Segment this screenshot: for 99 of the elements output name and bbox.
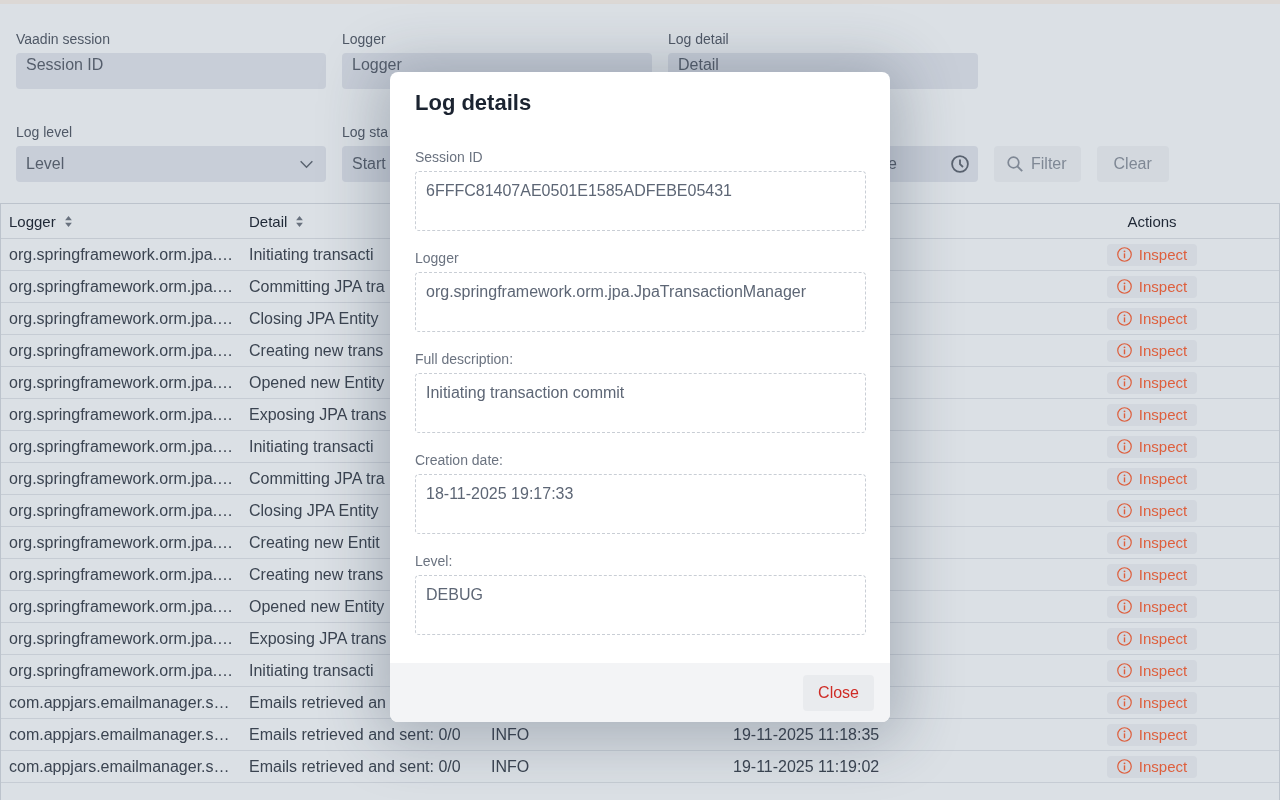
table-cell: com.appjars.emailmanager.s… [9,757,230,776]
field-label: Logger [342,30,386,48]
table-cell: Creating new trans [249,341,384,360]
table-cell: Initiating transacti [249,437,374,456]
table-cell: Initiating transacti [249,661,374,680]
info-icon [1116,567,1132,582]
inspect-button[interactable]: Inspect [1106,371,1198,394]
readonly-field[interactable]: 6FFFC81407AE0501E1585ADFEBE05431 [415,171,866,231]
column-header[interactable]: Actions [1127,212,1177,230]
table-cell: INFO [491,757,530,776]
info-icon [1116,663,1132,678]
table-cell: org.springframework.orm.jpa.… [9,565,234,584]
table-cell: org.springframework.orm.jpa.… [9,597,234,616]
field-label: Level: [415,552,453,570]
table-cell: Emails retrieved an [249,693,386,712]
sort-icon[interactable] [296,215,304,227]
inspect-button[interactable]: Inspect [1106,499,1198,522]
inspect-button[interactable]: Inspect [1106,403,1198,426]
inspect-button[interactable]: Inspect [1106,243,1198,266]
inspect-button[interactable]: Inspect [1106,691,1198,714]
table-cell: Closing JPA Entity [249,501,379,520]
table-cell: Initiating transacti [249,245,374,264]
field-label: Session ID [415,148,483,166]
info-icon [1116,407,1132,422]
text-field[interactable]: Session ID [16,53,326,89]
table-cell: org.springframework.orm.jpa.… [9,373,234,392]
inspect-button[interactable]: Inspect [1106,275,1198,298]
info-icon [1116,503,1132,518]
field-label: Vaadin session [16,30,110,48]
sort-icon[interactable] [64,215,72,227]
inspect-button[interactable]: Inspect [1106,627,1198,650]
inspect-button[interactable]: Inspect [1106,435,1198,458]
table-cell: Committing JPA tra [249,469,385,488]
readonly-field[interactable]: Initiating transaction commit [415,373,866,433]
table-cell: org.springframework.orm.jpa.… [9,661,234,680]
readonly-field[interactable]: 18-11-2025 19:17:33 [415,474,866,534]
info-icon [1116,247,1132,262]
clock-icon[interactable] [951,155,969,173]
table-cell: Emails retrieved and sent: 0/0 [249,757,461,776]
table-cell: org.springframework.orm.jpa.… [9,629,234,648]
inspect-button[interactable]: Inspect [1106,723,1198,746]
table-cell: org.springframework.orm.jpa.… [9,245,234,264]
table-cell: INFO [491,725,530,744]
inspect-button[interactable]: Inspect [1106,531,1198,554]
table-cell: 19-11-2025 11:19:02 [733,757,880,776]
info-icon [1116,279,1132,294]
chevron-down-icon [299,159,314,169]
info-icon [1116,535,1132,550]
info-icon [1116,631,1132,646]
table-cell: Exposing JPA trans [249,629,387,648]
info-icon [1116,311,1132,326]
table-cell: Creating new Entit [249,533,380,552]
close-button[interactable]: Close [803,675,874,711]
inspect-button[interactable]: Inspect [1106,307,1198,330]
inspect-button[interactable]: Inspect [1106,563,1198,586]
table-cell: org.springframework.orm.jpa.… [9,437,234,456]
info-icon [1116,375,1132,390]
dialog-title: Log details [415,89,532,117]
table-cell: Opened new Entity [249,373,385,392]
table-cell: org.springframework.orm.jpa.… [9,309,234,328]
search-icon [1007,156,1023,172]
readonly-field[interactable]: DEBUG [415,575,866,635]
field-label: Full description: [415,350,514,368]
column-header[interactable]: Logger [9,212,72,230]
info-icon [1116,695,1132,710]
table-cell: Committing JPA tra [249,277,385,296]
info-icon [1116,759,1132,774]
info-icon [1116,343,1132,358]
field-label: Log level [16,123,73,141]
table-cell: Closing JPA Entity [249,309,379,328]
select-field[interactable]: Level [16,146,326,182]
inspect-button[interactable]: Inspect [1106,339,1198,362]
inspect-button[interactable]: Inspect [1106,659,1198,682]
column-header[interactable]: Detail [249,212,304,230]
field-label: Creation date: [415,451,503,469]
table-cell: org.springframework.orm.jpa.… [9,469,234,488]
table-cell: Emails retrieved and sent: 0/0 [249,725,461,744]
readonly-field[interactable]: org.springframework.orm.jpa.JpaTransactionManager [415,272,866,332]
info-icon [1116,727,1132,742]
info-icon [1116,471,1132,486]
table-cell: Creating new trans [249,565,384,584]
inspect-button[interactable]: Inspect [1106,467,1198,490]
table-cell: Opened new Entity [249,597,385,616]
table-cell: com.appjars.emailmanager.s… [9,725,230,744]
table-cell: org.springframework.orm.jpa.… [9,533,234,552]
field-label: Logger [415,249,459,267]
table-cell: org.springframework.orm.jpa.… [9,501,234,520]
inspect-button[interactable]: Inspect [1106,755,1198,778]
info-icon [1116,599,1132,614]
table-cell: org.springframework.orm.jpa.… [9,341,234,360]
table-cell: com.appjars.emailmanager.s… [9,693,230,712]
inspect-button[interactable]: Inspect [1106,595,1198,618]
table-cell: org.springframework.orm.jpa.… [9,405,234,424]
table-cell: Exposing JPA trans [249,405,387,424]
table-cell: org.springframework.orm.jpa.… [9,277,234,296]
field-label: Log sta [342,123,388,141]
field-label: Log detail [668,30,729,48]
table-cell: 19-11-2025 11:18:35 [733,725,880,744]
info-icon [1116,439,1132,454]
